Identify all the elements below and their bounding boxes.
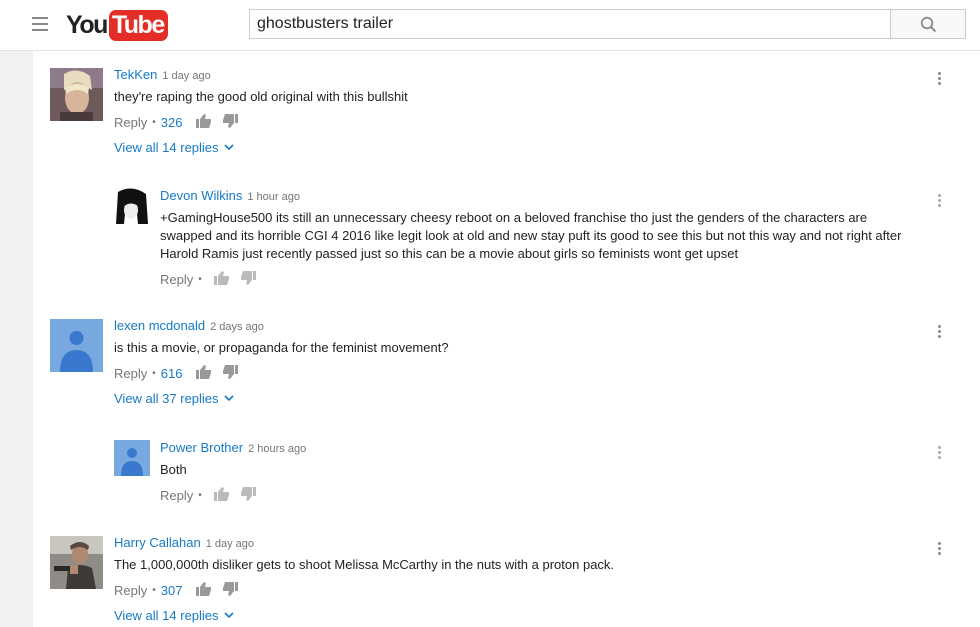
separator-dot: • — [198, 489, 202, 501]
default-user-avatar[interactable] — [114, 440, 150, 476]
view-replies-label: View all 37 replies — [114, 391, 219, 406]
like-button[interactable] — [196, 364, 212, 382]
chevron-down-icon — [223, 144, 234, 151]
view-replies-link[interactable]: View all 14 replies — [114, 140, 408, 155]
reply-button[interactable]: Reply — [114, 583, 147, 598]
logo-text-you: You — [66, 10, 108, 39]
comment-actions: Reply • — [160, 486, 306, 504]
separator-dot: • — [152, 584, 156, 596]
thumbs-up-icon — [213, 270, 229, 285]
comment-author[interactable]: Power Brother — [160, 440, 243, 455]
thumbs-up-icon — [196, 113, 212, 128]
person-icon — [50, 319, 103, 372]
separator-dot: • — [198, 273, 202, 285]
like-button[interactable] — [213, 270, 230, 288]
comments-section: TekKen 1 day ago they're raping the good … — [33, 51, 980, 627]
comment-text: is this a movie, or propaganda for the f… — [114, 340, 449, 355]
thumbs-down-icon — [240, 486, 256, 501]
dislike-button[interactable] — [240, 486, 256, 504]
thumbs-up-icon — [196, 364, 212, 379]
comment-body: TekKen 1 day ago they're raping the good … — [114, 66, 408, 155]
thumbs-down-icon — [223, 113, 239, 128]
comment-menu-icon[interactable] — [938, 542, 942, 557]
dislike-button[interactable] — [222, 113, 239, 131]
search-input[interactable] — [249, 9, 891, 39]
comment-author[interactable]: Harry Callahan — [114, 535, 201, 550]
comment-author[interactable]: Devon Wilkins — [160, 188, 242, 203]
view-replies-label: View all 14 replies — [114, 140, 219, 155]
reply-button[interactable]: Reply — [160, 272, 193, 287]
chevron-down-icon — [223, 612, 234, 619]
comment-text: +GamingHouse500 its still an unnecessary… — [160, 210, 902, 261]
separator-dot: • — [152, 367, 156, 379]
comment-time[interactable]: 1 day ago — [162, 70, 210, 82]
person-icon — [114, 440, 150, 476]
like-button[interactable] — [196, 581, 212, 599]
comment-time[interactable]: 2 hours ago — [248, 443, 306, 455]
default-user-avatar[interactable] — [50, 319, 103, 372]
comment-author[interactable]: TekKen — [114, 67, 157, 82]
thumbs-down-icon — [240, 270, 256, 285]
chevron-down-icon — [223, 395, 234, 402]
comment-time[interactable]: 1 hour ago — [247, 191, 300, 203]
dislike-button[interactable] — [222, 364, 239, 382]
comment-text: The 1,000,000th disliker gets to shoot M… — [114, 557, 615, 572]
anime-avatar[interactable] — [114, 188, 150, 224]
reply-button[interactable]: Reply — [160, 488, 193, 503]
like-count: 326 — [160, 114, 183, 130]
comment-text: Both — [160, 462, 187, 477]
youtube-logo[interactable]: You Tube — [66, 8, 168, 42]
dislike-button[interactable] — [240, 270, 256, 288]
comment-author[interactable]: lexen mcdonald — [114, 318, 205, 333]
view-replies-link[interactable]: View all 14 replies — [114, 608, 614, 623]
comment-actions: Reply • 307 — [114, 581, 614, 599]
comment-actions: Reply • 616 — [114, 364, 449, 382]
comment-menu-icon[interactable] — [938, 446, 942, 461]
guide-menu-icon[interactable] — [32, 17, 48, 31]
view-replies-label: View all 14 replies — [114, 608, 219, 623]
comment-body: Devon Wilkins 1 hour ago +GamingHouse500 … — [160, 187, 920, 287]
search-button[interactable] — [890, 9, 966, 39]
reply-button[interactable]: Reply — [114, 115, 147, 130]
tekken-avatar[interactable] — [50, 68, 103, 121]
like-button[interactable] — [213, 486, 230, 504]
dislike-button[interactable] — [222, 581, 239, 599]
thumbs-up-icon — [213, 486, 229, 501]
comment-text: they're raping the good old original wit… — [114, 89, 408, 104]
comment-actions: Reply • — [160, 270, 920, 288]
like-button[interactable] — [196, 113, 212, 131]
thumbs-down-icon — [223, 581, 239, 596]
comment-body: Power Brother 2 hours ago Both Reply • — [160, 439, 306, 503]
reply-button[interactable]: Reply — [114, 366, 147, 381]
logo-text-tube: Tube — [108, 9, 168, 41]
man-with-gun-avatar[interactable] — [50, 536, 103, 589]
thumbs-up-icon — [196, 581, 212, 596]
like-count: 307 — [160, 582, 183, 598]
masthead: You Tube — [0, 0, 980, 51]
thumbs-down-icon — [223, 364, 239, 379]
comment-menu-icon[interactable] — [938, 72, 942, 87]
comment-menu-icon[interactable] — [938, 325, 942, 340]
comment-menu-icon[interactable] — [938, 194, 942, 209]
comment-actions: Reply • 326 — [114, 113, 408, 131]
separator-dot: • — [152, 116, 156, 128]
comment-body: Harry Callahan 1 day ago The 1,000,000th … — [114, 534, 614, 623]
like-count: 616 — [160, 365, 183, 381]
comment-time[interactable]: 1 day ago — [206, 538, 254, 550]
comment-body: lexen mcdonald 2 days ago is this a movie… — [114, 317, 449, 406]
comment-time[interactable]: 2 days ago — [210, 321, 264, 333]
view-replies-link[interactable]: View all 37 replies — [114, 391, 449, 406]
search-icon — [920, 16, 937, 33]
